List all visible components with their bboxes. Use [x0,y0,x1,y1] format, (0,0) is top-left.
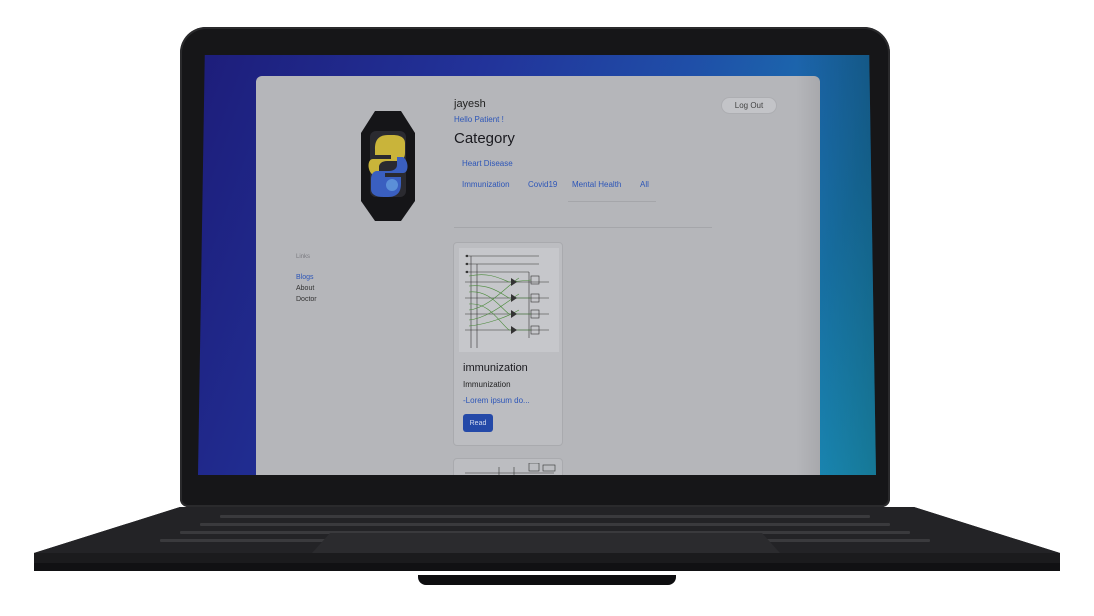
laptop-screen: jayesh Hello Patient ! Log Out Category … [198,55,876,475]
card-excerpt[interactable]: -Lorem ipsum do... [463,396,530,405]
sidebar-heading: Links [296,254,311,260]
laptop-foot [418,575,676,585]
sidebar-item-about[interactable]: About [296,285,314,292]
circuit-diagram-image [459,248,559,352]
app-logo-icon [361,111,415,221]
sidebar-item-doctor[interactable]: Doctor [296,296,317,303]
category-heart-disease[interactable]: Heart Disease [462,159,513,168]
category-covid19[interactable]: Covid19 [528,180,557,189]
blog-card [453,458,563,475]
web-page: jayesh Hello Patient ! Log Out Category … [256,76,820,475]
logout-button[interactable]: Log Out [722,98,776,113]
user-name: jayesh [454,98,486,110]
category-immunization[interactable]: Immunization [462,180,510,189]
circuit-diagram-image [465,463,556,475]
category-divider [568,201,656,202]
category-title: Category [454,130,515,147]
category-all[interactable]: All [640,180,649,189]
card-title: immunization [463,362,528,374]
read-button[interactable]: Read [463,414,493,432]
content-divider [454,227,712,228]
laptop-base [34,507,1060,571]
sidebar-item-blogs[interactable]: Blogs [296,274,314,281]
card-category: Immunization [463,380,511,389]
greeting-text: Hello Patient ! [454,115,504,124]
category-mental-health[interactable]: Mental Health [572,180,621,189]
blog-card: immunization Immunization -Lorem ipsum d… [453,242,563,446]
